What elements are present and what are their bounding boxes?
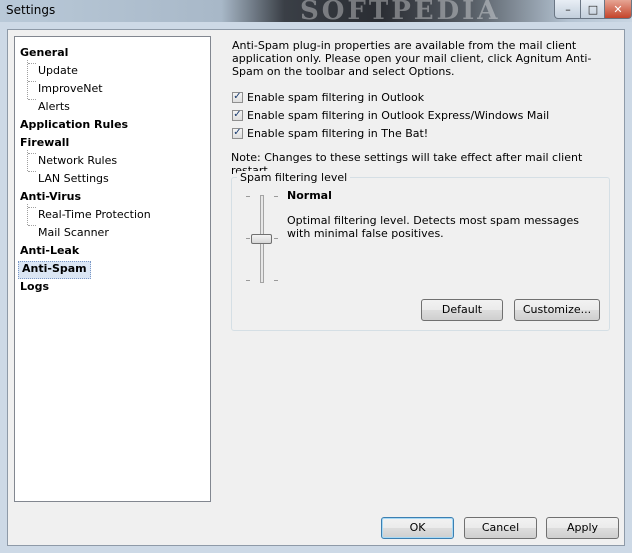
tree-item-network-rules[interactable]: Network Rules: [38, 153, 117, 169]
checkbox-outlook[interactable]: ✓: [232, 91, 243, 103]
tree-item-mail-scanner[interactable]: Mail Scanner: [38, 225, 109, 241]
checkbox-row-outlook-express[interactable]: ✓ Enable spam filtering in Outlook Expre…: [232, 108, 549, 122]
checkbox-label-outlook[interactable]: Enable spam filtering in Outlook: [247, 91, 424, 104]
tree-item-real-time-protection[interactable]: Real-Time Protection: [38, 207, 151, 223]
filtering-level-description: Optimal filtering level. Detects most sp…: [287, 214, 579, 240]
tree-connector: [28, 99, 36, 100]
tree-connector: [28, 207, 36, 208]
tree-item-anti-virus[interactable]: Anti-Virus: [20, 189, 81, 205]
tree-item-application-rules[interactable]: Application Rules: [20, 117, 128, 133]
checkbox-label-the-bat[interactable]: Enable spam filtering in The Bat!: [247, 127, 428, 140]
tree-connector: [28, 171, 36, 172]
tree-item-general[interactable]: General: [20, 45, 68, 61]
tree-connector: [28, 81, 36, 82]
tree-item-alerts[interactable]: Alerts: [38, 99, 70, 115]
customize-button[interactable]: Customize...: [514, 299, 600, 321]
settings-window: Settings SOFTPEDIA – □ ✕ General Update …: [0, 0, 632, 553]
checkbox-row-outlook[interactable]: ✓ Enable spam filtering in Outlook: [232, 90, 424, 104]
dialog-body: General Update ImproveNet Alerts Applica…: [7, 29, 625, 546]
tree-item-logs[interactable]: Logs: [20, 279, 49, 295]
settings-tree[interactable]: General Update ImproveNet Alerts Applica…: [14, 36, 211, 502]
tree-item-anti-leak[interactable]: Anti-Leak: [20, 243, 79, 259]
anti-spam-info-text: Anti-Spam plug-in properties are availab…: [232, 39, 592, 78]
tree-connector: [28, 225, 36, 226]
title-bar[interactable]: Settings SOFTPEDIA – □ ✕: [0, 0, 632, 26]
filtering-level-name: Normal: [287, 189, 332, 202]
checkbox-label-outlook-express[interactable]: Enable spam filtering in Outlook Express…: [247, 109, 549, 122]
group-label: Spam filtering level: [237, 171, 351, 184]
tree-item-improvenet[interactable]: ImproveNet: [38, 81, 103, 97]
minimize-button[interactable]: –: [554, 0, 582, 19]
maximize-button[interactable]: □: [580, 0, 606, 19]
default-button[interactable]: Default: [421, 299, 503, 321]
tree-item-firewall[interactable]: Firewall: [20, 135, 69, 151]
apply-button[interactable]: Apply: [546, 517, 619, 539]
tree-item-update[interactable]: Update: [38, 63, 78, 79]
cancel-button[interactable]: Cancel: [464, 517, 537, 539]
window-title: Settings: [6, 3, 56, 17]
checkbox-row-the-bat[interactable]: ✓ Enable spam filtering in The Bat!: [232, 126, 428, 140]
tree-connector: [28, 63, 36, 64]
tree-connector: [28, 153, 36, 154]
close-button[interactable]: ✕: [604, 0, 632, 19]
tree-item-anti-spam[interactable]: Anti-Spam: [18, 261, 91, 279]
watermark-logo: SOFTPEDIA: [300, 0, 501, 26]
checkbox-the-bat[interactable]: ✓: [232, 127, 243, 139]
ok-button[interactable]: OK: [381, 517, 454, 539]
tree-item-lan-settings[interactable]: LAN Settings: [38, 171, 109, 187]
tree-connector: [27, 60, 28, 99]
checkbox-outlook-express[interactable]: ✓: [232, 109, 243, 121]
filtering-level-slider-thumb[interactable]: [251, 234, 272, 244]
